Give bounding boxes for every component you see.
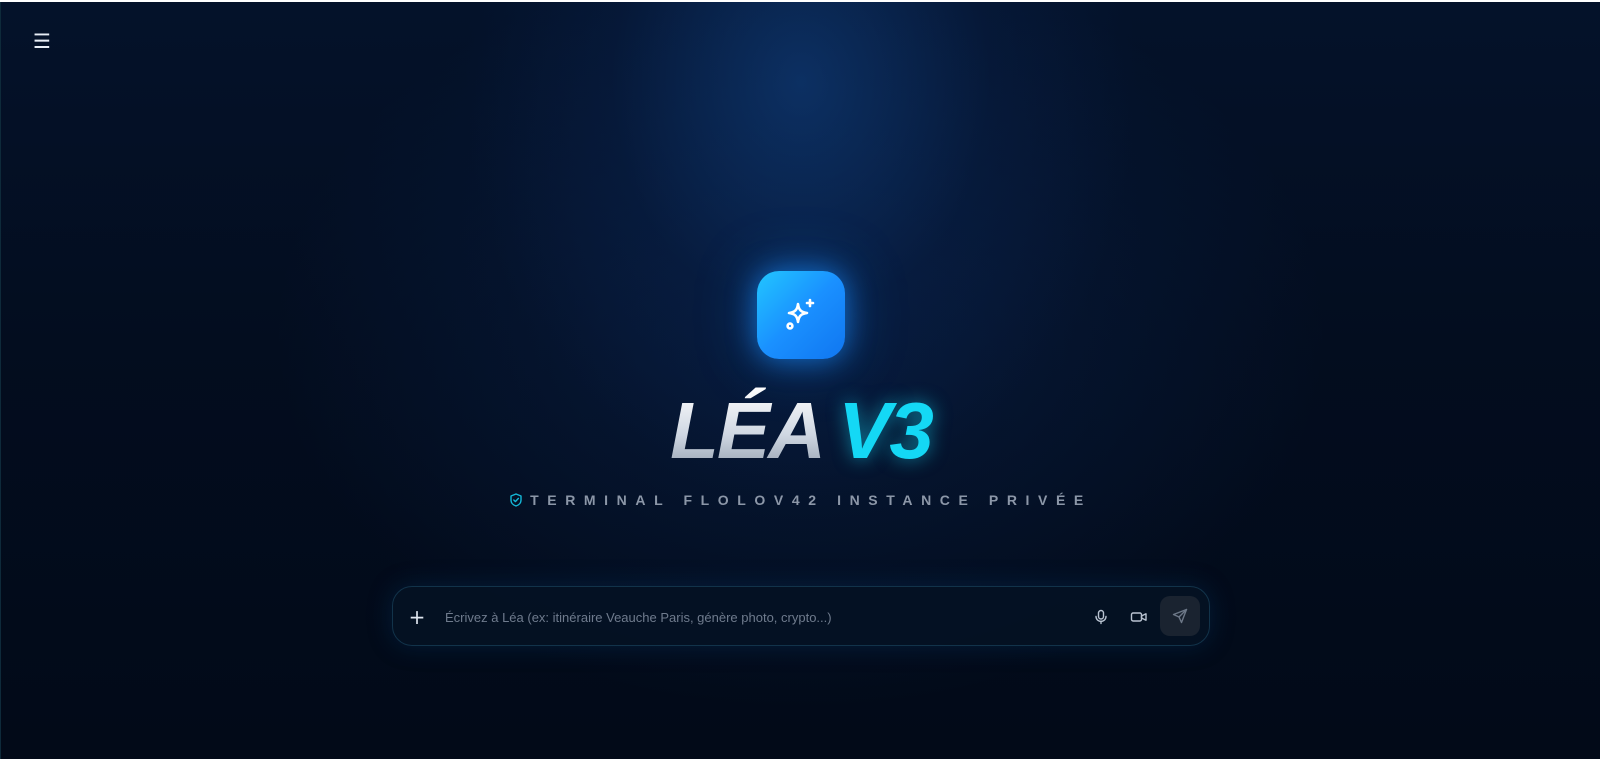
microphone-button[interactable] bbox=[1089, 605, 1113, 629]
sparkles-icon bbox=[786, 298, 815, 330]
title-main: LÉA bbox=[670, 386, 826, 475]
app-title: LÉA V3 bbox=[1, 386, 1600, 476]
chat-composer: + bbox=[392, 586, 1210, 646]
video-camera-icon bbox=[1130, 612, 1147, 622]
shield-check-icon bbox=[510, 493, 522, 507]
subtitle-text: TERMINAL FLOLOV42 INSTANCE PRIVÉE bbox=[530, 492, 1092, 508]
microphone-icon bbox=[1095, 609, 1107, 625]
message-input[interactable] bbox=[443, 603, 1047, 631]
logo-tile bbox=[757, 271, 845, 359]
hamburger-menu-icon[interactable]: ☰ bbox=[31, 30, 53, 52]
subtitle: TERMINAL FLOLOV42 INSTANCE PRIVÉE bbox=[1, 491, 1600, 509]
send-icon bbox=[1172, 608, 1188, 624]
video-button[interactable] bbox=[1127, 605, 1151, 629]
app-background: ☰ LÉA V3 TERMINAL FLOLOV42 INSTANCE PRIVÉ… bbox=[0, 2, 1600, 759]
send-button[interactable] bbox=[1160, 596, 1200, 636]
title-version: V3 bbox=[838, 386, 934, 475]
attach-button[interactable]: + bbox=[405, 605, 429, 629]
